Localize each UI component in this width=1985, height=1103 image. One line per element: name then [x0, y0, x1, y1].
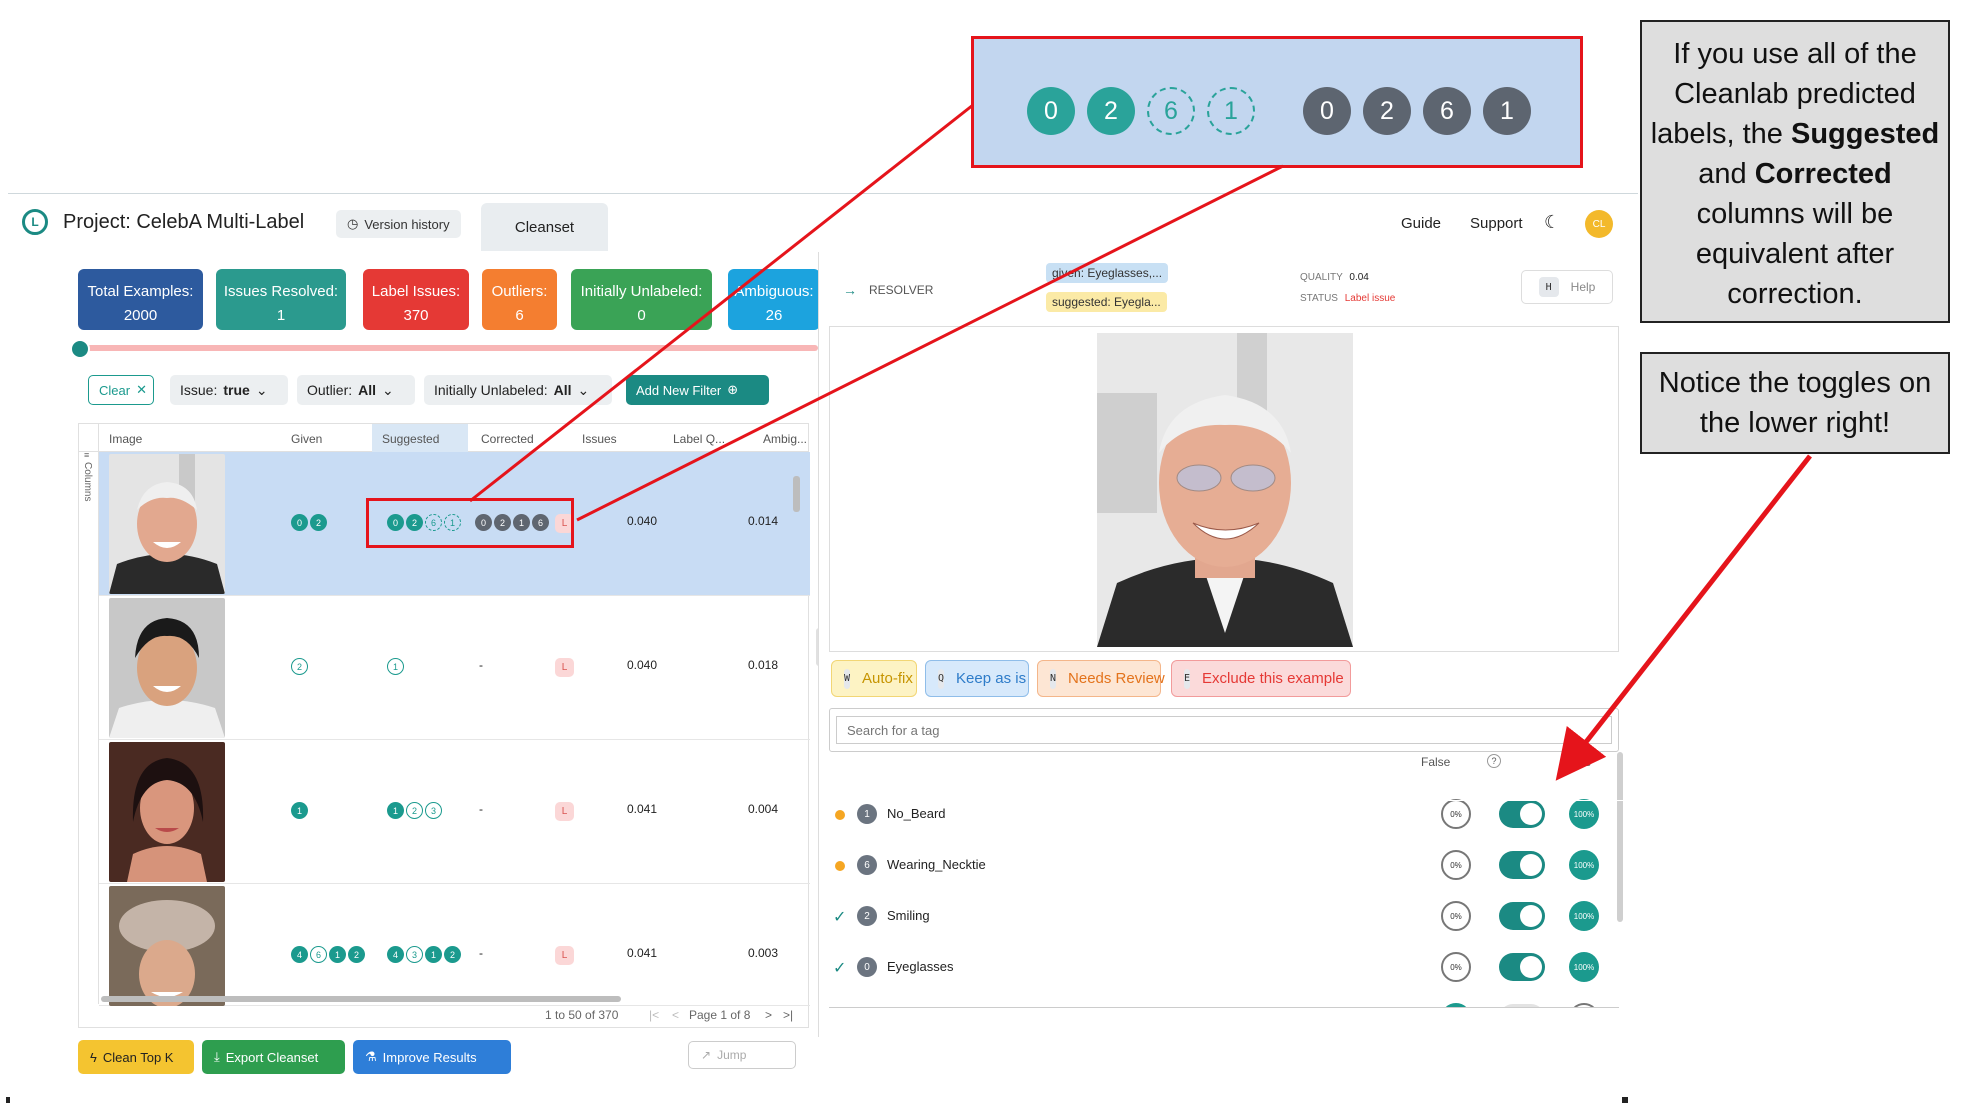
callout-line-right	[576, 164, 1284, 522]
frame-corner	[1622, 1097, 1628, 1103]
annotation-arrows	[469, 103, 1812, 781]
frame-corner	[6, 1097, 10, 1103]
callout-line-left	[469, 103, 974, 503]
toggle-pointer-arrow	[1555, 454, 1812, 781]
